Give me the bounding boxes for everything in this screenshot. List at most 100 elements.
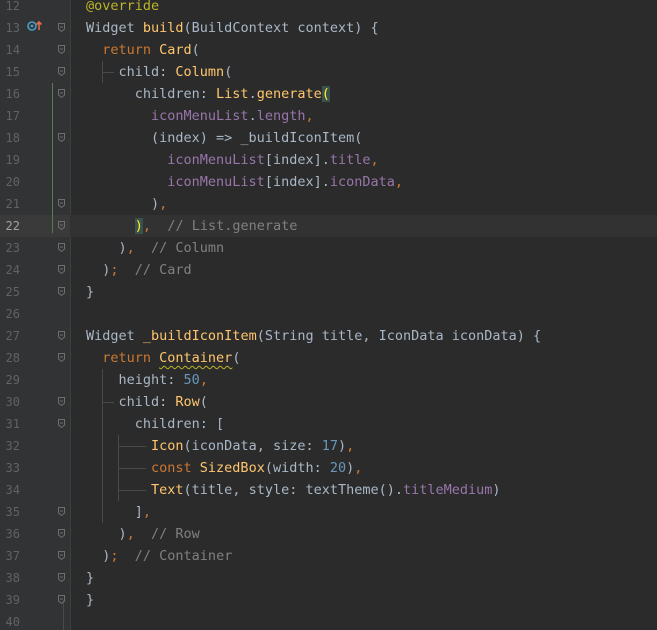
code-line[interactable]: 15 child: Column( [0, 61, 657, 83]
code-token: iconMenuList [167, 152, 265, 168]
fold-marker-icon[interactable] [58, 595, 65, 604]
code-token: (width: [264, 460, 330, 476]
line-number: 15 [5, 65, 20, 79]
code-token: iconMenuList [167, 174, 265, 190]
fold-marker-icon[interactable] [58, 507, 65, 516]
fold-marker-icon[interactable] [58, 551, 65, 560]
code-token: ) [337, 438, 347, 454]
line-number: 39 [5, 593, 20, 607]
code-token: , [394, 174, 404, 190]
code-line[interactable]: 13 Widget build(BuildContext context) { [0, 17, 657, 39]
fold-marker-icon[interactable] [58, 419, 65, 428]
code-line[interactable]: 26 [0, 303, 657, 325]
code-text: ); // Card [86, 259, 191, 281]
code-token: return [86, 350, 160, 366]
code-token: ; [110, 548, 119, 564]
code-line[interactable]: 20 iconMenuList[index].iconData, [0, 171, 657, 193]
fold-marker-icon[interactable] [58, 89, 65, 98]
code-token: ( [224, 64, 233, 80]
code-line[interactable]: 34 Text(title, style: textTheme().titleM… [0, 479, 657, 501]
fold-marker-icon[interactable] [58, 397, 65, 406]
code-line[interactable]: 22 ), // List.generate [0, 215, 657, 237]
fold-marker-icon[interactable] [58, 243, 65, 252]
code-line[interactable]: 14 return Card( [0, 39, 657, 61]
code-line[interactable]: 40 [0, 611, 657, 630]
code-text: ), // Row [86, 523, 200, 545]
line-number: 34 [5, 483, 20, 497]
code-line[interactable]: 16 children: List.generate( [0, 83, 657, 105]
code-line[interactable]: 27 Widget _buildIconItem(String title, Ic… [0, 325, 657, 347]
code-token: ) [86, 526, 127, 542]
fold-marker-icon[interactable] [58, 353, 65, 362]
code-line[interactable]: 32 Icon(iconData, size: 17), [0, 435, 657, 457]
line-number: 20 [5, 175, 20, 189]
code-text: child: Column( [86, 61, 233, 83]
code-line[interactable]: 37 ); // Container [0, 545, 657, 567]
code-line[interactable]: 28 return Container( [0, 347, 657, 369]
code-token: [index]. [264, 152, 330, 168]
code-text: } [86, 567, 94, 589]
code-token: child: [86, 394, 176, 410]
code-editor[interactable]: 12 @override 13 Widget build(BuildContext c… [0, 0, 657, 630]
line-number: 21 [5, 197, 20, 211]
code-line[interactable]: 21 ), [0, 193, 657, 215]
code-token: , [370, 152, 379, 168]
code-line[interactable]: 30 child: Row( [0, 391, 657, 413]
code-token: ; [110, 262, 119, 278]
code-token: children: [ [86, 416, 225, 432]
fold-marker-icon[interactable] [58, 265, 65, 274]
fold-marker-icon[interactable] [58, 529, 65, 538]
fold-marker-icon[interactable] [58, 133, 65, 142]
code-line[interactable]: 39} [0, 589, 657, 611]
code-token: ) [134, 218, 143, 234]
fold-marker-icon[interactable] [58, 287, 65, 296]
line-number: 12 [5, 0, 20, 13]
fold-marker-icon[interactable] [58, 221, 65, 230]
code-token: (title, style: textTheme(). [183, 482, 403, 498]
fold-marker-icon[interactable] [58, 573, 65, 582]
fold-marker-icon[interactable] [58, 199, 65, 208]
code-line[interactable]: 29 height: 50, [0, 369, 657, 391]
fold-marker-icon[interactable] [58, 45, 65, 54]
fold-marker-icon[interactable] [58, 23, 65, 32]
code-token: (iconData, size: [183, 438, 322, 454]
code-line[interactable]: 23 ), // Column [0, 237, 657, 259]
code-line[interactable]: 25} [0, 281, 657, 303]
fold-marker-icon[interactable] [58, 331, 65, 340]
code-text: (index) => _buildIconItem( [86, 127, 362, 149]
code-token: , [346, 438, 355, 454]
code-line[interactable]: 24 ); // Card [0, 259, 657, 281]
code-line[interactable]: 31 children: [ [0, 413, 657, 435]
fold-marker-icon[interactable] [58, 67, 65, 76]
code-text: ], [86, 501, 151, 523]
code-token: children: [86, 86, 217, 102]
code-token: ) [492, 482, 501, 498]
code-token: . [248, 108, 257, 124]
line-number: 40 [5, 615, 20, 629]
code-token: Column [175, 64, 225, 80]
code-token: ) [86, 196, 160, 212]
line-number: 23 [5, 241, 20, 255]
code-token: ( [232, 350, 241, 366]
code-text: iconMenuList.length, [86, 105, 314, 127]
code-token: title [329, 152, 371, 168]
line-number: 30 [5, 395, 20, 409]
code-line[interactable]: 35 ], [0, 501, 657, 523]
code-token: child: [86, 64, 176, 80]
code-token: (String title, IconData iconData) { [256, 328, 542, 344]
code-line[interactable]: 12 @override [0, 0, 657, 17]
code-token: , [126, 526, 135, 542]
code-line[interactable]: 19 iconMenuList[index].title, [0, 149, 657, 171]
line-number: 33 [5, 461, 20, 475]
code-line[interactable]: 38} [0, 567, 657, 589]
code-line[interactable]: 36 ), // Row [0, 523, 657, 545]
code-line[interactable]: 17 iconMenuList.length, [0, 105, 657, 127]
code-line[interactable]: 33 const SizedBox(width: 20), [0, 457, 657, 479]
code-token: SizedBox [199, 460, 265, 476]
code-text: return Card( [86, 39, 200, 61]
code-token: Row [175, 394, 200, 410]
code-token: build [142, 20, 184, 36]
code-text: height: 50, [86, 369, 208, 391]
code-line[interactable]: 18 (index) => _buildIconItem( [0, 127, 657, 149]
